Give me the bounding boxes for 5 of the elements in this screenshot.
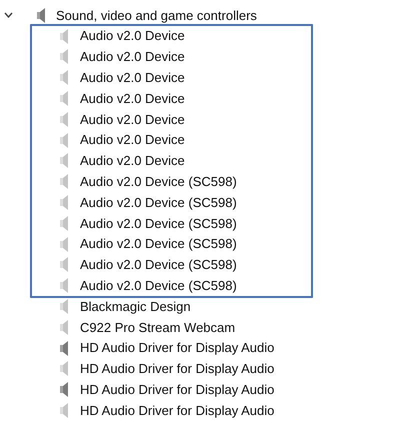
tree-item[interactable]: HD Audio Driver for Display Audio [80,338,274,358]
speaker-icon [37,8,46,23]
tree-item[interactable]: HD Audio Driver for Display Audio [80,380,274,400]
chevron-icon[interactable] [4,12,13,18]
tree-item[interactable]: Sound, video and game controllers [56,6,257,26]
